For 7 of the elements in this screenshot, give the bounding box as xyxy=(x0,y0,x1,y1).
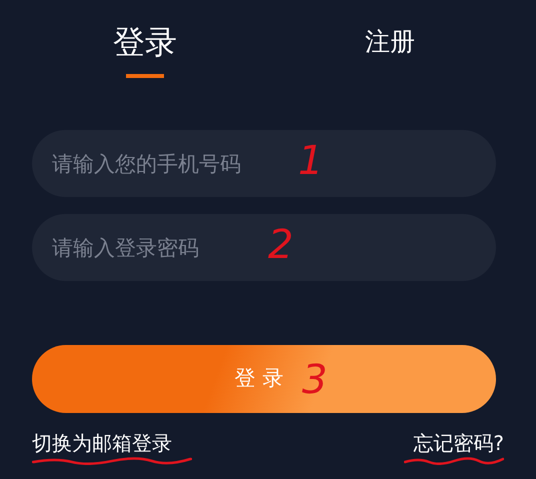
tab[interactable]: 登录 xyxy=(113,18,177,78)
handwritten-annotation: 1 xyxy=(298,137,324,186)
tab[interactable]: 注册 xyxy=(365,18,415,66)
link[interactable]: 切换为邮箱登录 xyxy=(32,429,172,457)
link[interactable]: 忘记密码? xyxy=(413,429,504,457)
handwritten-annotation: 3 xyxy=(302,356,328,405)
handwritten-annotation: 2 xyxy=(268,221,294,270)
